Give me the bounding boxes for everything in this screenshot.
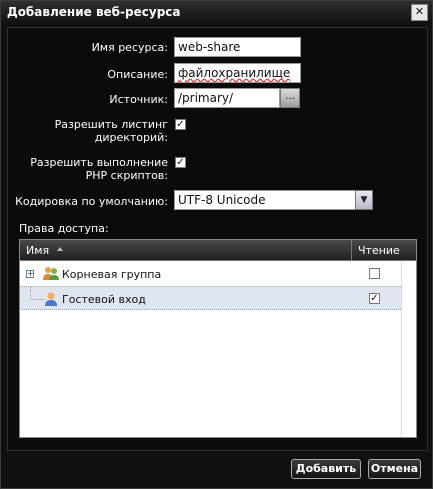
browse-button[interactable]: ... <box>280 88 300 108</box>
chevron-down-icon: ▼ <box>360 195 368 205</box>
checkmark-icon: ✓ <box>176 119 185 130</box>
table-row[interactable]: + Корневая группа <box>20 262 401 286</box>
access-rights-table: Имя Чтение + Корневая группа Гостевой вх… <box>19 239 417 438</box>
group-icon <box>43 267 59 280</box>
source-label: Источник: <box>109 93 168 106</box>
name-label: Имя ресурса: <box>91 41 168 54</box>
sort-ascending-icon <box>57 247 63 251</box>
close-icon: ✕ <box>414 5 425 18</box>
row-name: Гостевой вход <box>62 293 146 306</box>
source-input[interactable]: /primary/ <box>174 88 280 108</box>
row-name: Корневая группа <box>62 268 162 281</box>
dir-listing-label-line1: Разрешить листинг <box>54 118 168 131</box>
encoding-dropdown-button[interactable]: ▼ <box>355 190 373 210</box>
dialog-title: Добавление веб-ресурса <box>7 5 181 19</box>
table-scrollbar[interactable] <box>401 261 416 437</box>
table-header: Имя Чтение <box>20 240 416 261</box>
expand-icon[interactable]: + <box>26 270 34 278</box>
dir-listing-checkbox[interactable]: ✓ <box>175 119 186 130</box>
close-button[interactable]: ✕ <box>411 4 428 21</box>
dir-listing-label-line2: директорий: <box>94 131 168 144</box>
add-button[interactable]: Добавить <box>291 459 361 479</box>
read-checkbox[interactable]: ✓ <box>369 293 380 304</box>
checkmark-icon: ✓ <box>176 157 185 168</box>
column-header-read[interactable]: Чтение <box>358 244 400 257</box>
ellipsis-icon: ... <box>285 91 295 102</box>
checkmark-icon: ✓ <box>370 293 379 304</box>
php-checkbox[interactable]: ✓ <box>175 157 186 168</box>
encoding-select[interactable]: UTF-8 Unicode <box>174 190 356 210</box>
user-icon <box>45 292 57 306</box>
add-web-resource-dialog: Добавление веб-ресурса ✕ Имя ресурса: we… <box>0 0 433 489</box>
name-input[interactable]: web-share <box>174 37 301 57</box>
access-rights-label: Права доступа: <box>19 222 109 235</box>
cancel-button[interactable]: Отмена <box>368 459 421 479</box>
title-bar[interactable]: Добавление веб-ресурса ✕ <box>1 1 432 23</box>
column-header-name[interactable]: Имя <box>26 244 49 257</box>
php-label-line2: PHP скриптов: <box>85 169 168 182</box>
encoding-label: Кодировка по умолчанию: <box>15 195 168 208</box>
column-divider[interactable] <box>351 240 352 260</box>
description-label: Описание: <box>107 68 168 81</box>
php-label-line1: Разрешить выполнение <box>30 156 168 169</box>
description-value: файлохранилище <box>178 66 291 80</box>
description-input[interactable]: файлохранилище <box>174 63 301 83</box>
tree-connector <box>30 287 45 300</box>
table-row[interactable]: Гостевой вход ✓ <box>20 286 401 310</box>
read-checkbox[interactable] <box>369 268 380 279</box>
